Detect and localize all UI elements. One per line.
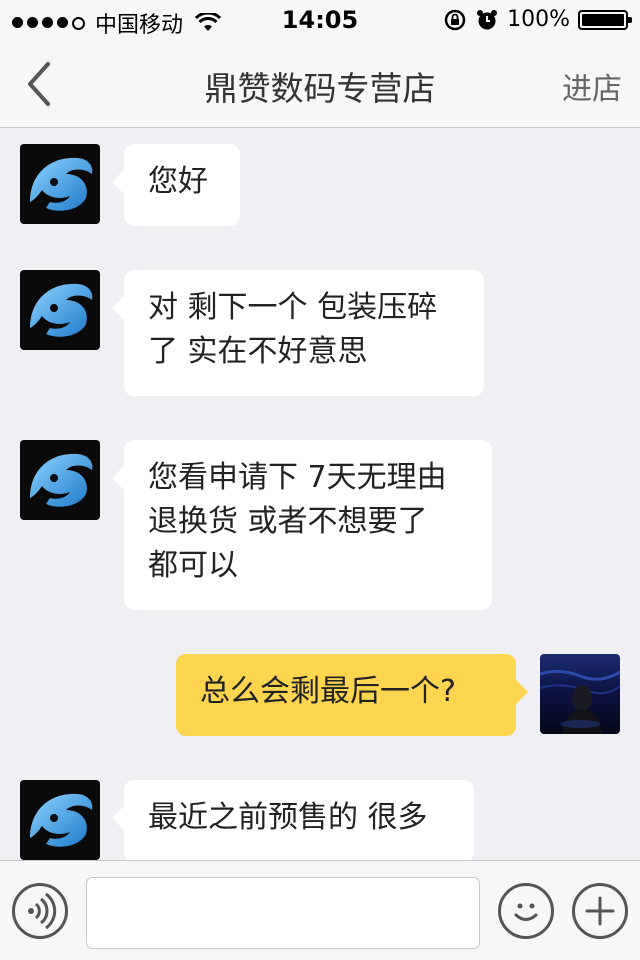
page-title: 鼎赞数码专营店 <box>204 69 436 108</box>
emoji-button[interactable] <box>498 883 554 939</box>
battery-icon <box>578 9 632 30</box>
battery-percent: 100% <box>507 7 570 32</box>
plus-button[interactable] <box>572 883 628 939</box>
message-bubble[interactable]: 您好 <box>112 144 240 226</box>
voice-button[interactable] <box>12 883 68 939</box>
plus-icon <box>585 896 615 926</box>
shop-avatar[interactable] <box>20 270 100 350</box>
message-input[interactable] <box>86 877 480 949</box>
shop-avatar[interactable] <box>20 144 100 224</box>
battery-fill <box>582 13 624 26</box>
emoji-icon <box>514 903 538 921</box>
user-avatar[interactable] <box>540 654 620 734</box>
message-bubble[interactable]: 总么会剩最后一个? <box>176 654 528 736</box>
shop-avatar[interactable] <box>20 780 100 860</box>
enter-shop-button[interactable]: 进店 <box>562 64 622 108</box>
message-bubble[interactable]: 您看申请下 7天无理由 退换货 或者不想要了 都可以 <box>112 440 492 610</box>
status-bar: 中国移动 14:05 100% <box>0 0 640 40</box>
input-bar <box>0 860 640 960</box>
navigation-bar: 鼎赞数码专营店 进店 <box>0 40 640 128</box>
message-bubble[interactable]: 对 剩下一个 包装压碎 了 实在不好意思 <box>112 270 484 396</box>
message-bubble[interactable]: 最近之前预售的 很多 <box>112 780 474 862</box>
voice-icon <box>28 892 57 930</box>
shop-avatar[interactable] <box>20 440 100 520</box>
rotation-lock-icon <box>444 9 466 30</box>
alarm-icon <box>477 9 498 29</box>
